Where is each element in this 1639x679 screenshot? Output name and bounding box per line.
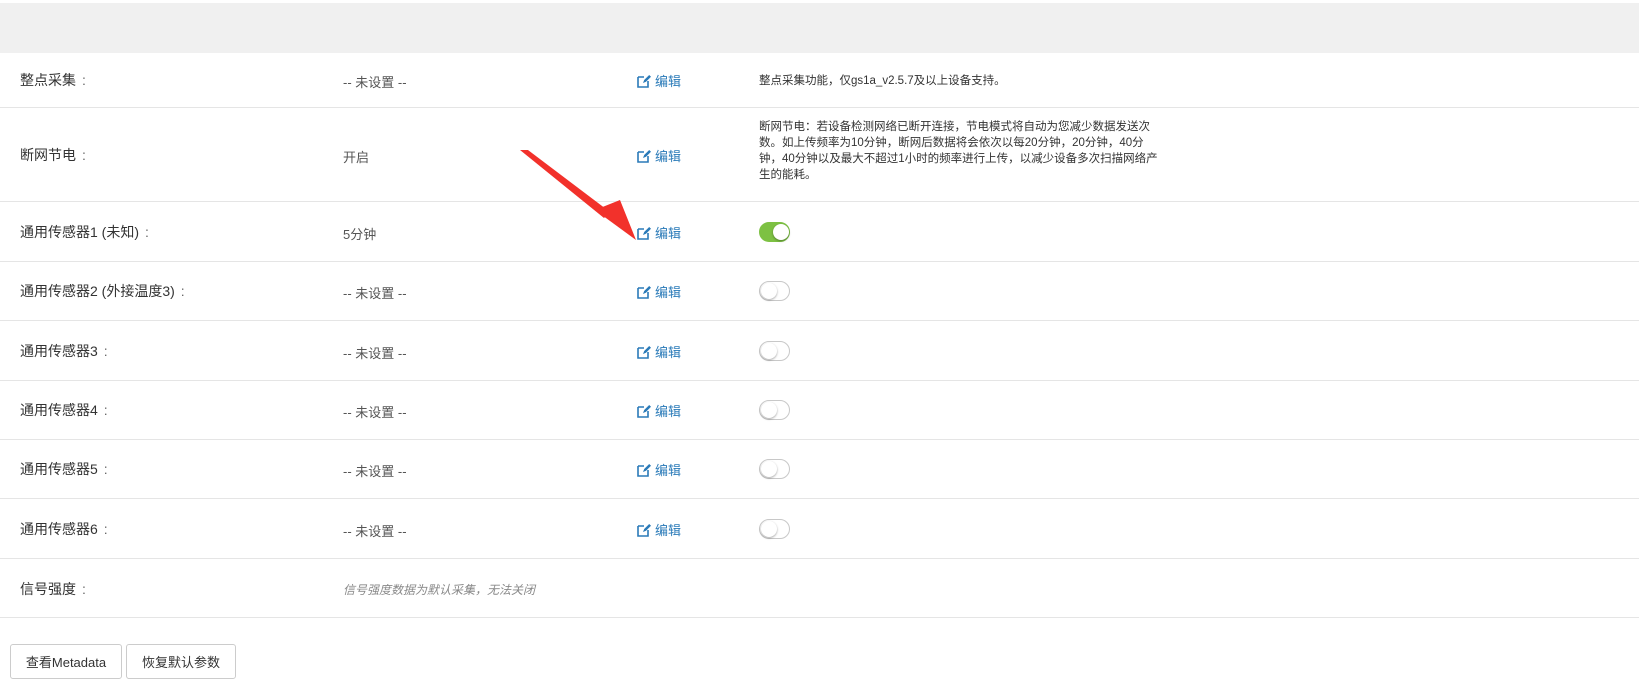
settings-table: 整点采集: -- 未设置 -- 编辑 整点采集功能，仅gs1a_v2.5.7及以… — [0, 53, 1639, 618]
sensor-toggle[interactable] — [759, 222, 790, 242]
edit-button[interactable]: 编辑 — [637, 342, 681, 361]
row-value: -- 未设置 -- — [343, 346, 407, 361]
row-note: 信号强度数据为默认采集，无法关闭 — [343, 583, 536, 597]
row-description: 整点采集功能，仅gs1a_v2.5.7及以上设备支持。 — [759, 75, 1006, 87]
toggle-knob — [773, 224, 789, 240]
edit-button[interactable]: 编辑 — [637, 223, 681, 242]
sensor-toggle[interactable] — [759, 519, 790, 539]
toggle-knob — [761, 461, 777, 477]
edit-icon — [637, 74, 651, 88]
row-value: -- 未设置 -- — [343, 286, 407, 301]
row-description: 断网节电：若设备检测网络已断开连接，节电模式将自动为您减少数据发送次数。如上传频… — [759, 121, 1158, 181]
row-label: 通用传感器1 (未知): — [20, 224, 149, 240]
view-metadata-button[interactable]: 查看Metadata — [10, 644, 122, 679]
edit-label: 编辑 — [655, 463, 682, 478]
row-label: 断网节电: — [20, 147, 86, 163]
edit-icon — [637, 463, 651, 477]
row-label: 通用传感器3: — [20, 343, 108, 359]
row-value: -- 未设置 -- — [343, 405, 407, 420]
row-value: 5分钟 — [343, 227, 377, 242]
edit-label: 编辑 — [655, 345, 682, 360]
edit-icon — [637, 345, 651, 359]
sensor-toggle[interactable] — [759, 281, 790, 301]
edit-label: 编辑 — [655, 285, 682, 300]
sensor-toggle[interactable] — [759, 341, 790, 361]
edit-button[interactable]: 编辑 — [637, 401, 681, 420]
edit-button[interactable]: 编辑 — [637, 71, 681, 90]
row-label: 通用传感器6: — [20, 521, 108, 537]
sensor-toggle[interactable] — [759, 459, 790, 479]
edit-button[interactable]: 编辑 — [637, 520, 681, 539]
row-label: 信号强度: — [20, 581, 86, 597]
sensor-toggle[interactable] — [759, 400, 790, 420]
edit-icon — [637, 523, 651, 537]
row-label: 通用传感器2 (外接温度3): — [20, 283, 185, 299]
edit-icon — [637, 285, 651, 299]
row-value: -- 未设置 -- — [343, 524, 407, 539]
row-label: 整点采集: — [20, 72, 86, 88]
edit-label: 编辑 — [655, 404, 682, 419]
toggle-knob — [761, 343, 777, 359]
row-value: -- 未设置 -- — [343, 75, 407, 90]
settings-row-sensor-4: 通用传感器4: -- 未设置 -- 编辑 — [0, 381, 1639, 440]
settings-row-sensor-2: 通用传感器2 (外接温度3): -- 未设置 -- 编辑 — [0, 262, 1639, 321]
edit-label: 编辑 — [655, 226, 682, 241]
edit-button[interactable]: 编辑 — [637, 460, 681, 479]
settings-row-sensor-6: 通用传感器6: -- 未设置 -- 编辑 — [0, 499, 1639, 559]
settings-row-sensor-3: 通用传感器3: -- 未设置 -- 编辑 — [0, 321, 1639, 381]
toggle-knob — [761, 521, 777, 537]
edit-label: 编辑 — [655, 523, 682, 538]
row-label: 通用传感器5: — [20, 461, 108, 477]
settings-row-signal-strength: 信号强度: 信号强度数据为默认采集，无法关闭 — [0, 559, 1639, 618]
edit-icon — [637, 226, 651, 240]
edit-label: 编辑 — [655, 74, 682, 89]
toggle-knob — [761, 283, 777, 299]
edit-button[interactable]: 编辑 — [637, 146, 681, 165]
edit-icon — [637, 149, 651, 163]
toggle-knob — [761, 402, 777, 418]
edit-icon — [637, 404, 651, 418]
row-value: -- 未设置 -- — [343, 464, 407, 479]
settings-row-offline-power-save: 断网节电: 开启 编辑 断网节电：若设备检测网络已断开连接，节电模式将自动为您减… — [0, 108, 1639, 202]
row-label: 通用传感器4: — [20, 402, 108, 418]
settings-row-sensor-1: 通用传感器1 (未知): 5分钟 编辑 — [0, 202, 1639, 262]
settings-row-sensor-5: 通用传感器5: -- 未设置 -- 编辑 — [0, 440, 1639, 499]
row-value: 开启 — [343, 150, 370, 165]
edit-button[interactable]: 编辑 — [637, 282, 681, 301]
restore-defaults-button[interactable]: 恢复默认参数 — [126, 644, 236, 679]
settings-row-hourly-collection: 整点采集: -- 未设置 -- 编辑 整点采集功能，仅gs1a_v2.5.7及以… — [0, 53, 1639, 108]
top-header-bar — [0, 3, 1639, 53]
edit-label: 编辑 — [655, 149, 682, 164]
